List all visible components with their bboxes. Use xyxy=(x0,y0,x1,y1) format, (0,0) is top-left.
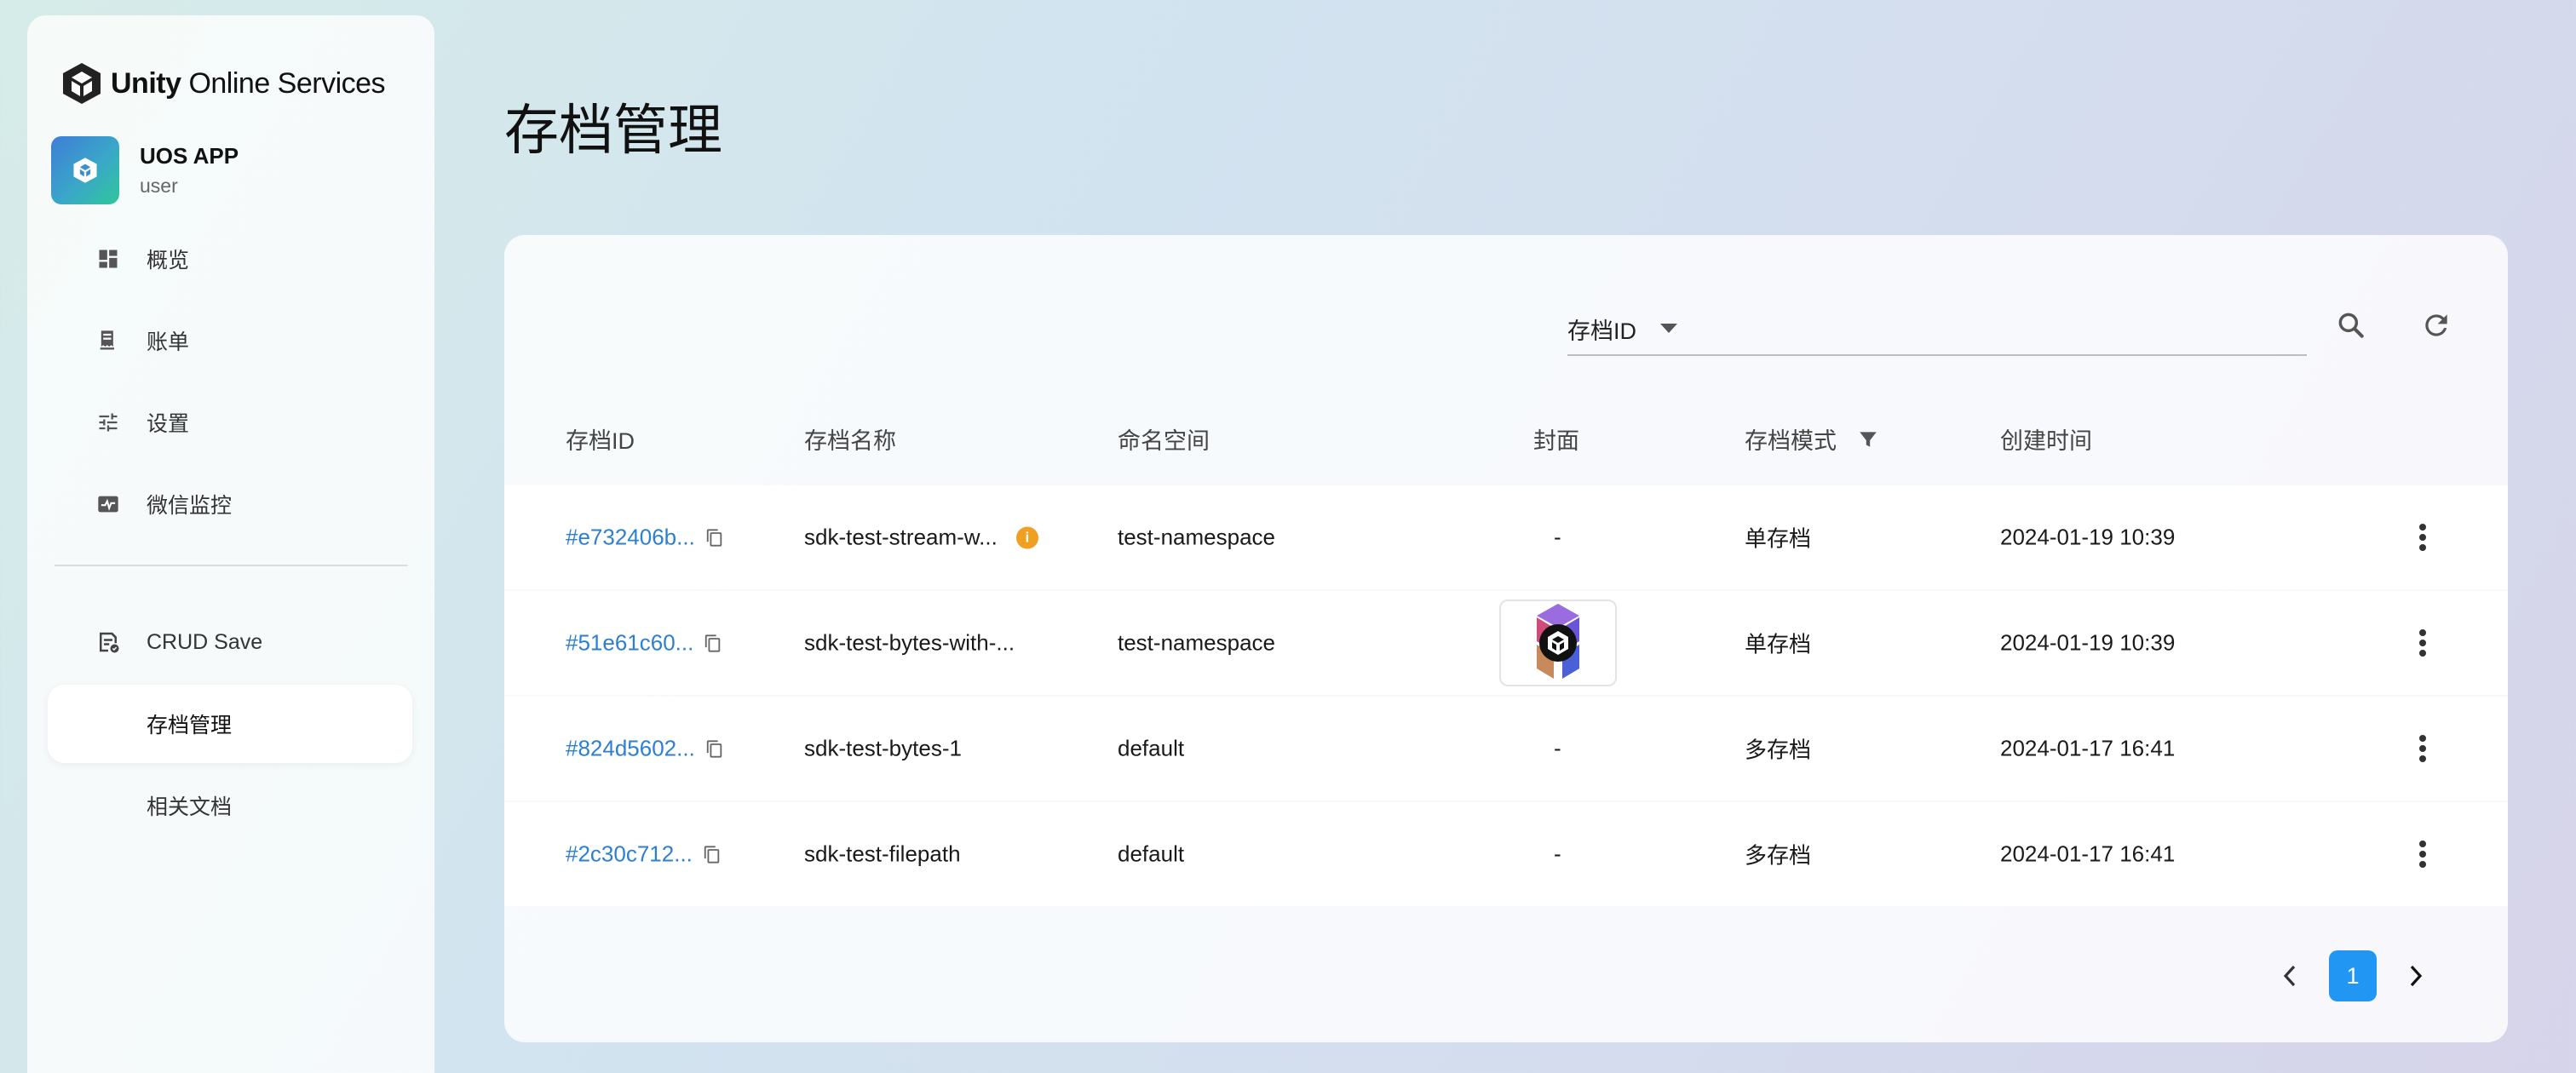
save-mode: 单存档 xyxy=(1745,525,1812,552)
sidebar-section-crud-save[interactable]: CRUD Save xyxy=(48,603,412,681)
more-actions-button[interactable] xyxy=(2406,520,2440,554)
monitor-icon xyxy=(95,491,121,517)
pagination: 1 xyxy=(2273,950,2433,1001)
cover-thumbnail[interactable] xyxy=(1499,600,1617,686)
sidebar-divider xyxy=(55,565,407,566)
col-header-namespace: 命名空间 xyxy=(1118,428,1210,454)
app-avatar xyxy=(51,136,119,204)
more-vert-icon xyxy=(2419,841,2426,868)
caret-down-icon xyxy=(1660,324,1677,333)
brand-name: Unity Online Services xyxy=(111,66,386,100)
search-icon xyxy=(2338,313,2364,338)
saves-card: 存档ID 存档ID 存档名称 命名空间 封面 存档模式 创建时间 #e73240… xyxy=(504,235,2508,1042)
sidebar-item-settings[interactable]: 设置 xyxy=(48,383,412,462)
save-name: sdk-test-stream-w... xyxy=(804,524,998,550)
more-vert-icon xyxy=(2419,735,2426,762)
save-name: sdk-test-filepath xyxy=(804,841,961,867)
more-vert-icon xyxy=(2419,629,2426,657)
app-name: UOS APP xyxy=(140,143,239,169)
namespace: default xyxy=(1118,735,1185,761)
dashboard-icon xyxy=(95,246,121,272)
next-page-button[interactable] xyxy=(2399,959,2433,993)
sidebar: Unity Online Services UOS APP user 概览 账单 xyxy=(27,15,434,1073)
copy-icon[interactable] xyxy=(703,844,722,864)
more-actions-button[interactable] xyxy=(2406,732,2440,766)
sidebar-item-related-docs[interactable]: 相关文档 xyxy=(48,766,412,845)
col-header-created: 创建时间 xyxy=(2000,428,2092,454)
search-button[interactable] xyxy=(2327,301,2375,349)
sidebar-item-overview[interactable]: 概览 xyxy=(48,220,412,298)
copy-icon[interactable] xyxy=(705,527,724,548)
sidebar-item-billing[interactable]: 账单 xyxy=(48,301,412,380)
unity-cube-cover-image xyxy=(1537,604,1579,679)
table-row[interactable]: #e732406b... sdk-test-stream-w... i test… xyxy=(504,485,2508,589)
cover-empty: - xyxy=(1554,524,1561,550)
save-id-link[interactable]: #51e61c60... xyxy=(566,630,693,657)
save-name: sdk-test-bytes-1 xyxy=(804,735,962,761)
sidebar-item-wechat-monitor[interactable]: 微信监控 xyxy=(48,465,412,543)
col-header-cover: 封面 xyxy=(1533,428,1579,454)
table-row[interactable]: #51e61c60... sdk-test-bytes-with-... tes… xyxy=(504,591,2508,695)
created-time: 2024-01-19 10:39 xyxy=(2000,629,2176,656)
cover-empty: - xyxy=(1554,735,1561,761)
tune-icon xyxy=(95,410,121,435)
search-field-select[interactable]: 存档ID xyxy=(1567,313,1677,346)
chevron-right-icon xyxy=(2410,965,2423,987)
more-vert-icon xyxy=(2419,524,2426,551)
created-time: 2024-01-19 10:39 xyxy=(2000,524,2176,550)
app-switcher[interactable]: UOS APP user xyxy=(51,136,239,204)
save-id-link[interactable]: #e732406b... xyxy=(566,525,695,551)
cube-icon xyxy=(73,158,97,183)
refresh-icon xyxy=(2425,314,2447,336)
table-row[interactable]: #2c30c712... sdk-test-filepath default -… xyxy=(504,802,2508,906)
page-title: 存档管理 xyxy=(504,100,722,161)
app-role: user xyxy=(140,175,178,197)
namespace: test-namespace xyxy=(1118,629,1275,656)
page-button-current[interactable]: 1 xyxy=(2329,950,2377,1001)
search-input[interactable] xyxy=(1694,305,2307,353)
brand-logo[interactable]: Unity Online Services xyxy=(61,61,386,106)
col-header-mode: 存档模式 xyxy=(1745,422,1879,456)
more-actions-button[interactable] xyxy=(2406,837,2440,871)
table-row[interactable]: #824d5602... sdk-test-bytes-1 default - … xyxy=(504,697,2508,800)
refresh-button[interactable] xyxy=(2412,301,2460,349)
cover-empty: - xyxy=(1554,841,1561,867)
save-id-link[interactable]: #824d5602... xyxy=(566,736,695,762)
copy-icon[interactable] xyxy=(705,738,724,759)
sidebar-item-save-management[interactable]: 存档管理 xyxy=(48,685,412,763)
save-mode: 单存档 xyxy=(1745,631,1812,657)
save-mode: 多存档 xyxy=(1745,842,1812,869)
save-mode: 多存档 xyxy=(1745,737,1812,763)
col-header-id: 存档ID xyxy=(566,428,635,454)
chevron-left-icon xyxy=(2283,965,2296,987)
info-icon[interactable]: i xyxy=(1015,526,1038,548)
more-actions-button[interactable] xyxy=(2406,626,2440,660)
created-time: 2024-01-17 16:41 xyxy=(2000,735,2176,761)
filter-icon[interactable] xyxy=(1857,428,1879,450)
save-name: sdk-test-bytes-with-... xyxy=(804,629,1015,656)
col-header-name: 存档名称 xyxy=(804,428,896,454)
unity-logo-icon xyxy=(63,63,101,104)
receipt-icon xyxy=(95,328,121,353)
namespace: default xyxy=(1118,841,1185,867)
created-time: 2024-01-17 16:41 xyxy=(2000,841,2176,867)
prev-page-button[interactable] xyxy=(2273,959,2307,993)
save-app-icon xyxy=(95,629,121,655)
copy-icon[interactable] xyxy=(704,633,722,653)
save-id-link[interactable]: #2c30c712... xyxy=(566,841,693,868)
namespace: test-namespace xyxy=(1118,524,1275,550)
search-bar: 存档ID xyxy=(1567,303,2307,356)
